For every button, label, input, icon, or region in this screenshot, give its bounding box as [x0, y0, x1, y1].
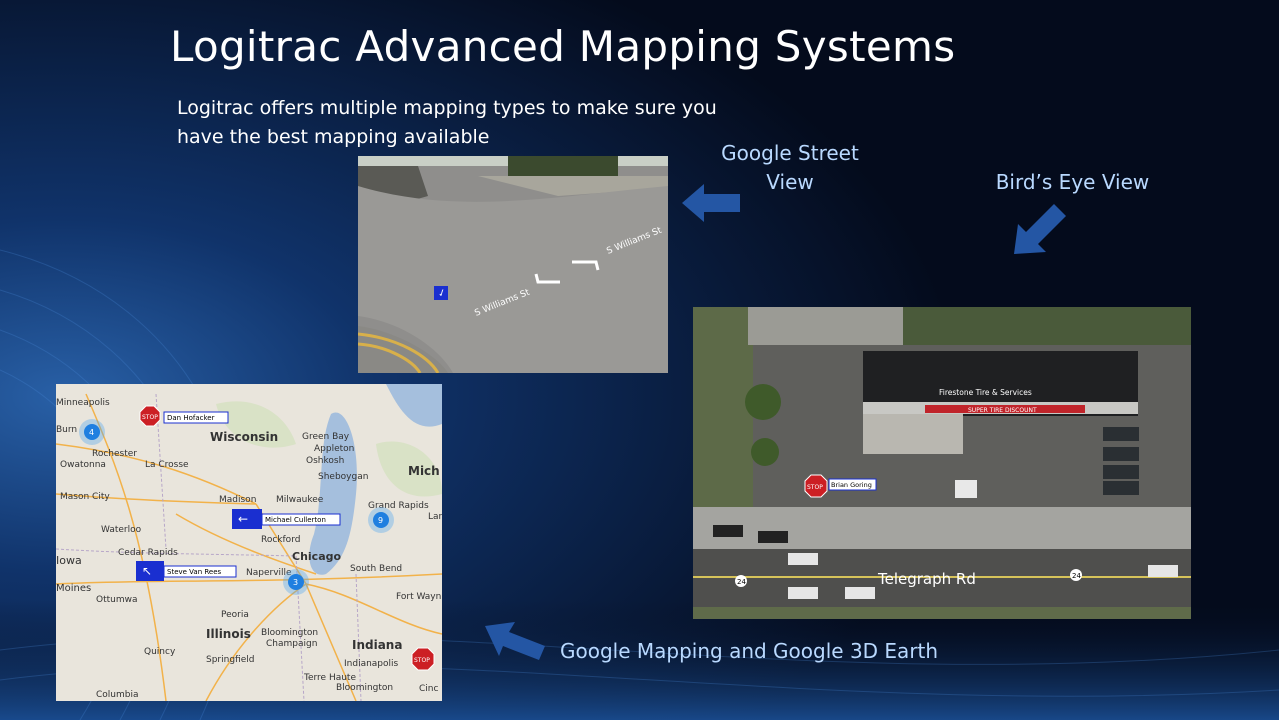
birds-eye-stop-sign: STOP — [807, 484, 823, 491]
slide-subtitle: Logitrac offers multiple mapping types t… — [177, 97, 717, 148]
svg-text:Peoria: Peoria — [221, 610, 249, 620]
svg-text:Illinois: Illinois — [206, 627, 251, 641]
svg-text:Bloomington: Bloomington — [336, 683, 393, 693]
svg-text:Wisconsin: Wisconsin — [210, 430, 278, 444]
svg-text:Terre Haute: Terre Haute — [303, 673, 356, 683]
svg-text:Fort Wayn: Fort Wayn — [396, 592, 441, 602]
arrow-down-left-icon — [1014, 204, 1066, 254]
svg-text:La Crosse: La Crosse — [145, 460, 189, 470]
svg-text:Sheboygan: Sheboygan — [318, 472, 368, 482]
svg-text:Iowa: Iowa — [56, 554, 82, 567]
svg-text:←: ← — [238, 512, 248, 526]
arrow-left-icon — [682, 184, 740, 222]
arrow-up-left-icon — [485, 622, 545, 660]
svg-text:Madison: Madison — [219, 495, 256, 505]
svg-text:Rochester: Rochester — [92, 449, 137, 459]
svg-text:Milwaukee: Milwaukee — [276, 495, 324, 505]
svg-text:Green Bay: Green Bay — [302, 432, 350, 442]
svg-text:Burn: Burn — [56, 425, 77, 435]
svg-text:Rockford: Rockford — [261, 535, 300, 545]
svg-text:Mich: Mich — [408, 464, 440, 478]
svg-text:Oshkosh: Oshkosh — [306, 456, 344, 466]
svg-text:Springfield: Springfield — [206, 655, 254, 665]
svg-text:Michael Cullerton: Michael Cullerton — [265, 516, 326, 524]
svg-text:Indiana: Indiana — [352, 638, 402, 652]
svg-text:Minneapolis: Minneapolis — [56, 398, 110, 408]
route-shield-2: 24 — [1072, 572, 1081, 580]
svg-text:Bloomington: Bloomington — [261, 628, 318, 638]
svg-text:South Bend: South Bend — [350, 564, 402, 574]
svg-text:Owatonna: Owatonna — [60, 460, 106, 470]
driver-label-brian: Brian Goring — [831, 481, 872, 489]
svg-text:STOP: STOP — [142, 414, 158, 421]
svg-text:9: 9 — [378, 516, 383, 525]
business-sign: Firestone Tire & Services — [939, 388, 1032, 397]
svg-text:Cinc: Cinc — [419, 684, 438, 694]
slide-title: Logitrac Advanced Mapping Systems — [170, 22, 956, 71]
svg-text:Mason City: Mason City — [60, 492, 110, 502]
svg-text:Cedar Rapids: Cedar Rapids — [118, 548, 178, 558]
svg-text:Lans: Lans — [428, 512, 442, 522]
route-shield-1: 24 — [737, 578, 746, 586]
road-name: Telegraph Rd — [877, 570, 976, 588]
svg-text:Quincy: Quincy — [144, 647, 176, 657]
svg-text:Waterloo: Waterloo — [101, 525, 142, 535]
svg-text:Columbia: Columbia — [96, 690, 139, 700]
svg-text:Moines: Moines — [56, 583, 91, 594]
svg-text:Dan Hofacker: Dan Hofacker — [167, 414, 215, 422]
svg-text:4: 4 — [89, 428, 94, 437]
svg-text:Chicago: Chicago — [292, 550, 341, 563]
svg-text:Ottumwa: Ottumwa — [96, 595, 138, 605]
svg-text:Indianapolis: Indianapolis — [344, 659, 399, 669]
street-view-image: ✓ S Williams St S Williams St — [358, 156, 668, 373]
store-banner: SUPER TIRE DISCOUNT — [968, 407, 1037, 414]
svg-text:STOP: STOP — [414, 657, 430, 664]
street-view-caption-line1: Google Street — [721, 141, 859, 165]
svg-text:Champaign: Champaign — [266, 639, 317, 649]
birds-eye-image: Firestone Tire & Services SUPER TIRE DIS… — [693, 307, 1191, 619]
google-mapping-caption: Google Mapping and Google 3D Earth — [560, 639, 939, 663]
svg-text:↖: ↖ — [142, 564, 152, 578]
svg-text:3: 3 — [293, 578, 298, 587]
google-map-image: Minneapolis Burn Rochester Owatonna La C… — [56, 384, 442, 701]
svg-text:Steve Van Rees: Steve Van Rees — [167, 568, 222, 576]
svg-text:Appleton: Appleton — [314, 444, 354, 454]
birds-eye-caption: Bird’s Eye View — [995, 170, 1150, 194]
